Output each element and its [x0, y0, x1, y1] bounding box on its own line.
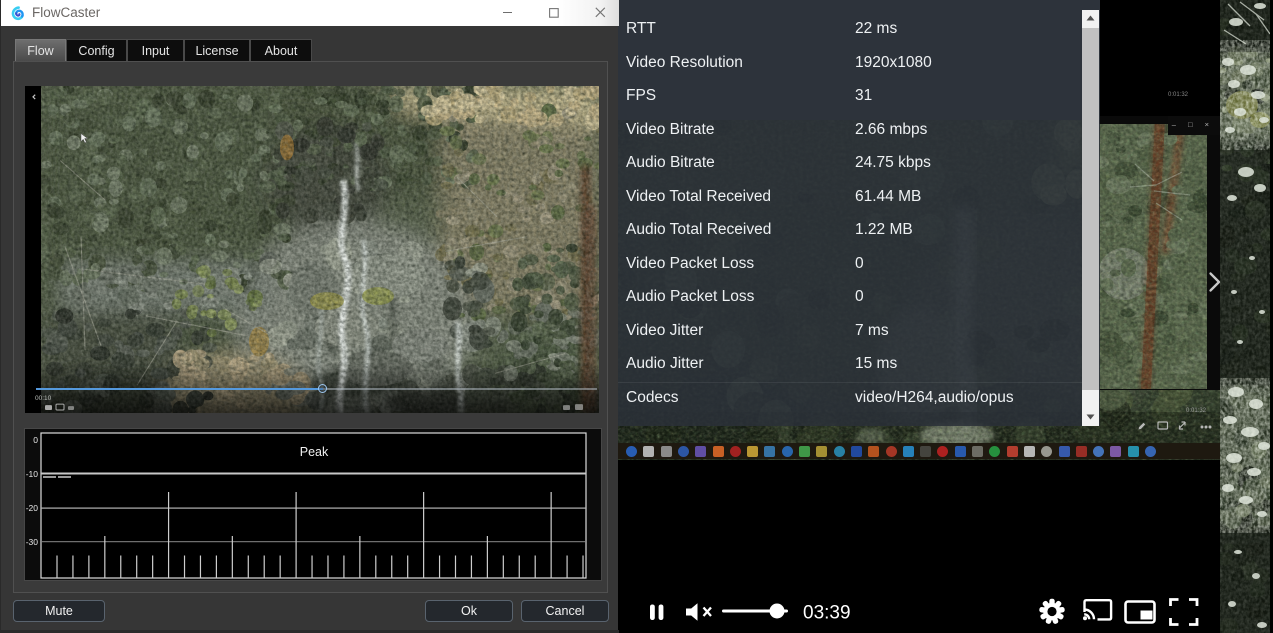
svg-text:0: 0 [33, 435, 38, 445]
svg-text:Peak: Peak [300, 445, 329, 459]
svg-text:-30: -30 [26, 537, 39, 547]
svg-text:-20: -20 [26, 503, 39, 513]
svg-text:03:39: 03:39 [803, 603, 851, 624]
svg-text:-10: -10 [26, 469, 39, 479]
